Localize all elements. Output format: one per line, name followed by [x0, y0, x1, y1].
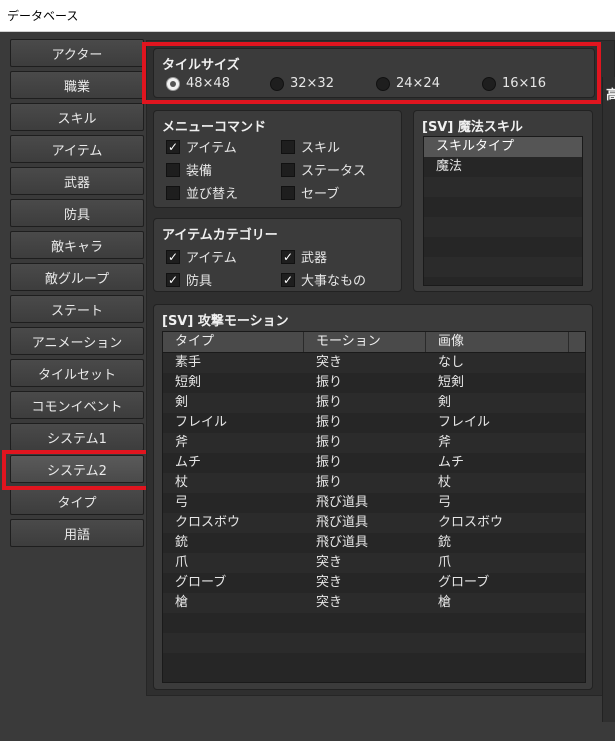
magic-skills-group: [SV] 魔法スキル スキルタイプ 魔法: [413, 110, 593, 292]
sidebar-item-system1[interactable]: システム1: [10, 423, 144, 451]
magic-skill-list-empty-row[interactable]: [424, 237, 582, 257]
item-cat-keyitem-checkbox[interactable]: ✓ 大事なもの: [281, 270, 366, 289]
magic-skill-list-empty-row[interactable]: [424, 257, 582, 277]
attack-motion-table-body: 素手 突き なし 短剣 振り 短剣 剣振り剣 フレイル 振り フレイル 斧振り斧 ムチ 振りム…: [163, 353, 585, 673]
magic-skill-list-empty-row[interactable]: [424, 177, 582, 197]
magic-skill-list[interactable]: スキルタイプ 魔法: [423, 136, 583, 286]
attack-motions-group: [SV] 攻撃モーション タイプ モーション 画像 素手 突き なし 短剣 振り 短剣 …: [153, 304, 593, 690]
sidebar-item-actors[interactable]: アクター: [10, 39, 144, 67]
sidebar-item-weapons[interactable]: 武器: [10, 167, 144, 195]
checkmark-icon: ✓: [281, 249, 295, 264]
sidebar-item-animations[interactable]: アニメーション: [10, 327, 144, 355]
table-row[interactable]: ムチ 振り ムチ: [163, 453, 585, 473]
checkmark-icon: ✓: [166, 139, 180, 154]
sidebar-item-troops[interactable]: 敵グループ: [10, 263, 144, 291]
table-row[interactable]: フレイル 振り フレイル: [163, 413, 585, 433]
table-row[interactable]: 素手 突き なし: [163, 353, 585, 373]
column-header-image[interactable]: 画像: [426, 332, 569, 352]
checkmark-icon: ✓: [166, 272, 180, 287]
table-row-empty[interactable]: [163, 613, 585, 633]
item-categories-group: アイテムカテゴリー ✓ アイテム ✓ 武器 ✓ 防具 ✓ 大事なもの: [153, 218, 402, 292]
column-header-motion[interactable]: モーション: [304, 332, 426, 352]
checkmark-icon: ✓: [166, 249, 180, 264]
table-row[interactable]: 斧振り斧: [163, 433, 585, 453]
magic-skill-list-empty-row[interactable]: [424, 217, 582, 237]
table-row[interactable]: 爪突き爪: [163, 553, 585, 573]
item-cat-weapon-checkbox[interactable]: ✓ 武器: [281, 247, 327, 266]
attack-motions-title: [SV] 攻撃モーション: [162, 314, 289, 329]
table-row[interactable]: 槍突き槍: [163, 593, 585, 613]
attack-motion-table[interactable]: タイプ モーション 画像 素手 突き なし 短剣 振り 短剣 剣振り剣 フレイル 振り フレ…: [162, 331, 586, 683]
sidebar-item-armors[interactable]: 防具: [10, 199, 144, 227]
column-header-type[interactable]: タイプ: [163, 332, 304, 352]
sidebar-item-tilesets[interactable]: タイルセット: [10, 359, 144, 387]
checkbox-icon: [281, 162, 295, 177]
menu-cmd-status-checkbox[interactable]: ステータス: [281, 160, 366, 179]
window-title-bar: データベース: [0, 0, 615, 32]
checkbox-icon: [281, 139, 295, 154]
right-panel-edge: [602, 77, 615, 722]
menu-cmd-sort-checkbox[interactable]: 並び替え: [166, 183, 238, 202]
table-row-empty[interactable]: [163, 633, 585, 653]
checkmark-icon: ✓: [281, 272, 295, 287]
item-cat-item-checkbox[interactable]: ✓ アイテム: [166, 247, 237, 266]
table-row[interactable]: クロスボウ 飛び道具 クロスボウ: [163, 513, 585, 533]
sidebar-item-types[interactable]: タイプ: [10, 487, 144, 515]
attack-motion-table-header: タイプ モーション 画像: [163, 332, 585, 353]
table-row[interactable]: 弓飛び道具弓: [163, 493, 585, 513]
sidebar-item-terms[interactable]: 用語: [10, 519, 144, 547]
magic-skills-title: [SV] 魔法スキル: [422, 120, 523, 135]
right-panel-title: 高: [606, 88, 615, 103]
item-categories-title: アイテムカテゴリー: [162, 228, 278, 243]
table-row[interactable]: 剣振り剣: [163, 393, 585, 413]
magic-skill-list-item[interactable]: 魔法: [424, 157, 582, 177]
sidebar-item-items[interactable]: アイテム: [10, 135, 144, 163]
system2-highlight-frame: [2, 450, 150, 490]
menu-cmd-skill-checkbox[interactable]: スキル: [281, 137, 340, 156]
sidebar-item-classes[interactable]: 職業: [10, 71, 144, 99]
checkbox-icon: [281, 185, 295, 200]
sidebar-item-enemies[interactable]: 敵キャラ: [10, 231, 144, 259]
checkbox-icon: [166, 162, 180, 177]
menu-commands-title: メニューコマンド: [162, 120, 267, 135]
menu-commands-group: メニューコマンド ✓ アイテム スキル 装備 ステータス 並び替え セーブ: [153, 110, 402, 208]
magic-skill-list-header: スキルタイプ: [424, 137, 582, 157]
table-row-empty[interactable]: [163, 653, 585, 673]
magic-skill-list-empty-row[interactable]: [424, 197, 582, 217]
menu-cmd-item-checkbox[interactable]: ✓ アイテム: [166, 137, 237, 156]
database-window-content: アクター 職業 スキル アイテム 武器 防具 敵キャラ 敵グループ ステート ア…: [0, 32, 615, 741]
sidebar-item-skills[interactable]: スキル: [10, 103, 144, 131]
sidebar-item-common-events[interactable]: コモンイベント: [10, 391, 144, 419]
table-row[interactable]: 短剣 振り 短剣: [163, 373, 585, 393]
sidebar-item-states[interactable]: ステート: [10, 295, 144, 323]
window-title: データベース: [7, 9, 79, 23]
menu-cmd-equip-checkbox[interactable]: 装備: [166, 160, 212, 179]
table-row[interactable]: グローブ 突き グローブ: [163, 573, 585, 593]
table-row[interactable]: 銃飛び道具銃: [163, 533, 585, 553]
tile-size-highlight-frame: [142, 42, 601, 104]
table-row[interactable]: 杖振り杖: [163, 473, 585, 493]
menu-cmd-save-checkbox[interactable]: セーブ: [281, 183, 339, 202]
checkbox-icon: [166, 185, 180, 200]
item-cat-armor-checkbox[interactable]: ✓ 防具: [166, 270, 212, 289]
